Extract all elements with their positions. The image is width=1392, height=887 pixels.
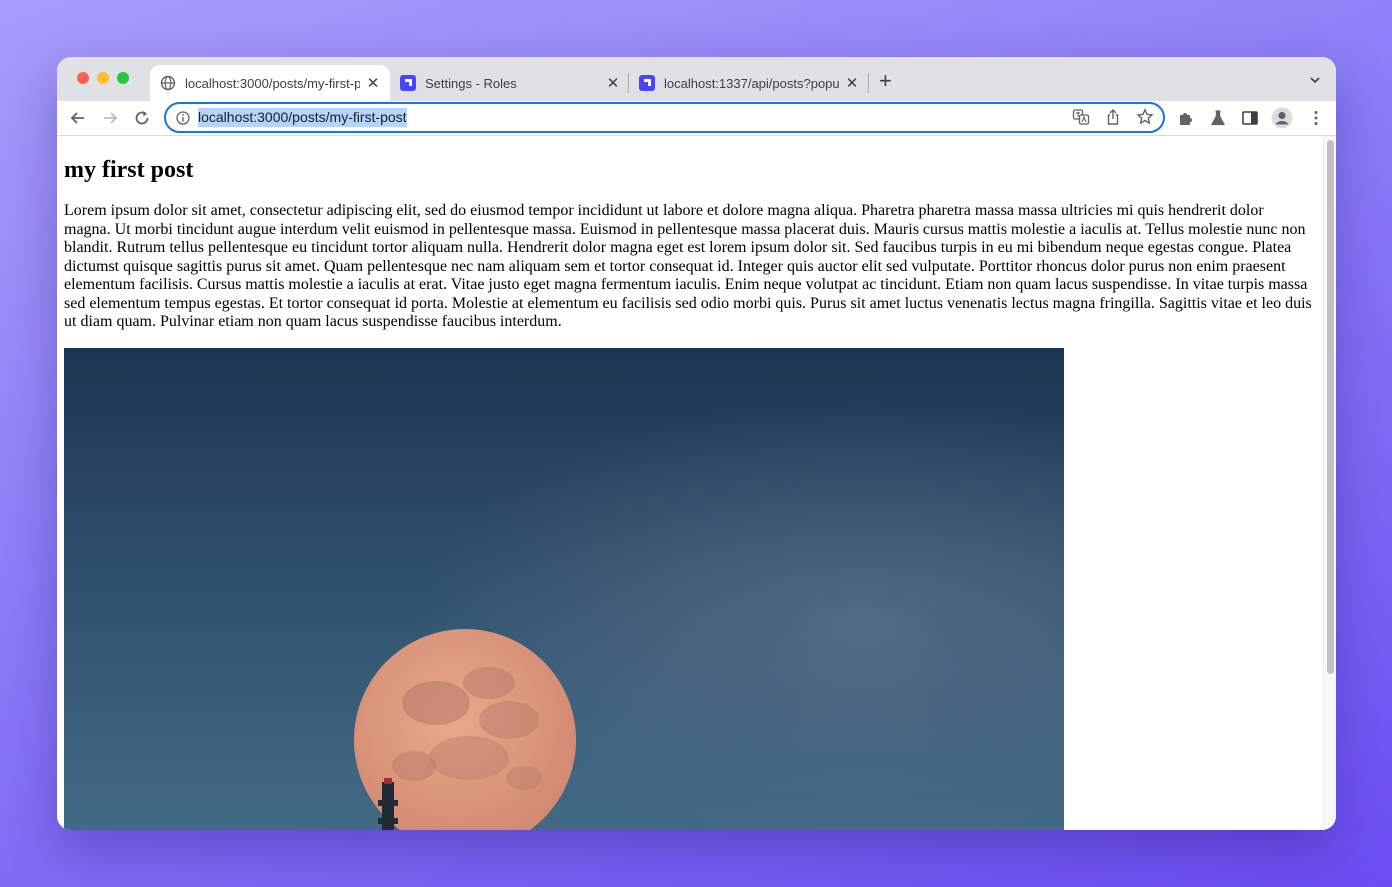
new-tab-button[interactable]: + xyxy=(879,69,892,93)
kebab-menu-icon[interactable] xyxy=(1307,109,1325,127)
address-bar[interactable]: localhost:3000/posts/my-first-post xyxy=(164,102,1165,133)
minimize-window-button[interactable] xyxy=(97,72,109,84)
post-image xyxy=(64,347,1064,830)
close-tab-icon[interactable]: ✕ xyxy=(366,74,380,92)
strapi-icon xyxy=(400,75,416,91)
back-arrow-icon[interactable] xyxy=(69,109,87,127)
tab-title: localhost:3000/posts/my-first-post xyxy=(185,75,360,91)
close-tab-icon[interactable]: ✕ xyxy=(606,74,620,92)
post-title: my first post xyxy=(64,157,194,183)
toolbar: localhost:3000/posts/my-first-post xyxy=(57,101,1336,136)
share-icon[interactable] xyxy=(1104,108,1122,126)
maximize-window-button[interactable] xyxy=(117,72,129,84)
close-window-button[interactable] xyxy=(77,72,89,84)
tab-post[interactable]: localhost:3000/posts/my-first-post ✕ xyxy=(150,65,390,101)
address-url[interactable]: localhost:3000/posts/my-first-post xyxy=(198,108,407,127)
bookmark-star-icon[interactable] xyxy=(1136,108,1154,126)
page-scrollbar[interactable] xyxy=(1323,136,1336,830)
browser-window: localhost:3000/posts/my-first-post ✕ Set… xyxy=(57,57,1336,830)
forward-arrow-icon[interactable] xyxy=(101,109,119,127)
close-tab-icon[interactable]: ✕ xyxy=(845,74,859,92)
page-content: my first post Lorem ipsum dolor sit amet… xyxy=(57,136,1323,830)
scroll-thumb[interactable] xyxy=(1327,140,1334,674)
strapi-icon xyxy=(639,75,655,91)
extensions-puzzle-icon[interactable] xyxy=(1177,109,1195,127)
info-icon[interactable] xyxy=(176,110,190,125)
labs-flask-icon[interactable] xyxy=(1209,109,1227,127)
tab-api-posts[interactable]: localhost:1337/api/posts?populate=* ✕ xyxy=(629,65,869,101)
tab-title: localhost:1337/api/posts?populate=* xyxy=(664,75,839,91)
translate-icon[interactable] xyxy=(1072,108,1090,126)
tab-settings-roles[interactable]: Settings - Roles ✕ xyxy=(390,65,630,101)
tab-separator xyxy=(868,73,869,93)
profile-avatar-icon[interactable] xyxy=(1271,107,1293,129)
globe-icon xyxy=(160,75,176,91)
tab-title: Settings - Roles xyxy=(425,75,517,91)
tab-strip: localhost:3000/posts/my-first-post ✕ Set… xyxy=(57,57,1336,101)
side-panel-icon[interactable] xyxy=(1241,109,1259,127)
post-body: Lorem ipsum dolor sit amet, consectetur … xyxy=(64,202,1312,330)
reload-icon[interactable] xyxy=(133,109,151,127)
chevron-down-icon[interactable] xyxy=(1308,73,1322,87)
